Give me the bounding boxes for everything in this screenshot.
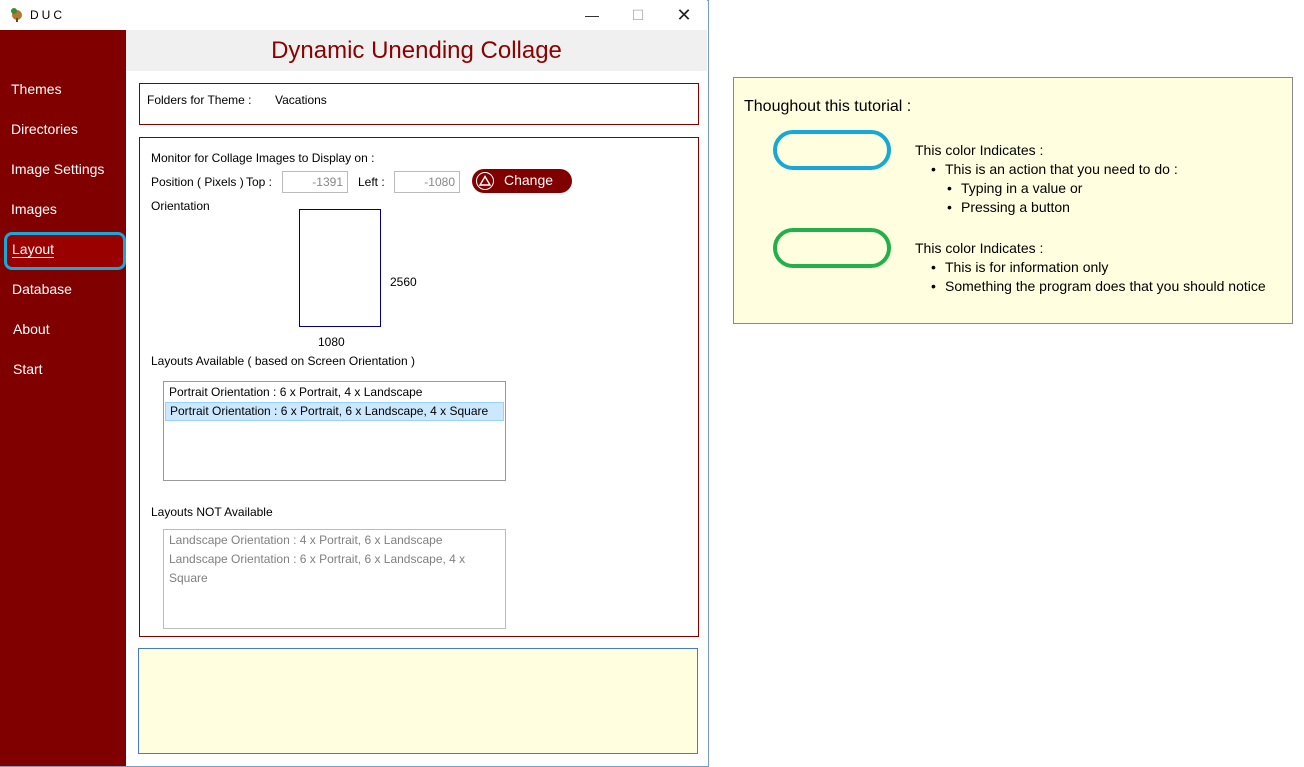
- layouts-not-available-label: Layouts NOT Available: [151, 505, 273, 519]
- orientation-label: Orientation: [151, 199, 210, 213]
- sidebar: [0, 30, 126, 766]
- screen-height-value: 2560: [390, 275, 417, 289]
- layouts-not-available-list: Landscape Orientation : 4 x Portrait, 6 …: [163, 529, 506, 629]
- app-logo-icon: [8, 6, 24, 22]
- sidebar-item-images[interactable]: Images: [11, 201, 57, 217]
- sidebar-item-start[interactable]: Start: [13, 361, 43, 377]
- action-sub-typing: Typing in a value or: [947, 180, 1082, 196]
- top-position-input[interactable]: -1391: [282, 171, 348, 193]
- legend-title: Thoughout this tutorial :: [744, 98, 912, 115]
- left-label: Left :: [358, 175, 385, 189]
- top-label: Top :: [246, 175, 273, 189]
- list-item-selected[interactable]: Portrait Orientation : 6 x Portrait, 6 x…: [165, 402, 504, 421]
- list-item: Landscape Orientation : 4 x Portrait, 6 …: [169, 533, 443, 547]
- list-item[interactable]: Portrait Orientation : 6 x Portrait, 4 x…: [165, 383, 504, 402]
- page-title: Dynamic Unending Collage: [271, 37, 562, 64]
- change-button-label: Change: [504, 172, 554, 188]
- layouts-available-list[interactable]: Portrait Orientation : 6 x Portrait, 4 x…: [163, 381, 506, 481]
- sidebar-item-database[interactable]: Database: [12, 281, 72, 297]
- sidebar-item-layout-label: Layout: [12, 241, 55, 258]
- info-heading: This color Indicates :: [915, 240, 1044, 256]
- action-color-swatch: [773, 130, 891, 170]
- monitor-heading: Monitor for Collage Images to Display on…: [151, 151, 375, 165]
- sidebar-item-about[interactable]: About: [13, 321, 50, 337]
- action-sub-pressing: Pressing a button: [947, 199, 1070, 215]
- list-item: Landscape Orientation : 6 x Portrait, 6 …: [169, 552, 466, 585]
- triangle-up-icon: [476, 172, 494, 190]
- change-button[interactable]: Change: [472, 169, 572, 193]
- layouts-available-label: Layouts Available ( based on Screen Orie…: [151, 354, 415, 368]
- theme-value: Vacations: [275, 93, 327, 107]
- action-heading: This color Indicates :: [915, 142, 1044, 158]
- action-line: This is an action that you need to do :: [931, 161, 1178, 177]
- orientation-preview: [299, 209, 381, 327]
- info-line-1: This is for information only: [931, 259, 1108, 275]
- close-button[interactable]: ✕: [661, 0, 707, 30]
- screen-width-value: 1080: [318, 335, 345, 349]
- maximize-button[interactable]: ☐: [615, 0, 661, 30]
- info-panel: [138, 648, 698, 754]
- theme-label: Folders for Theme :: [147, 93, 252, 107]
- position-label: Position ( Pixels ): [151, 175, 244, 189]
- info-line-2: Something the program does that you shou…: [931, 278, 1266, 294]
- info-color-swatch: [773, 228, 891, 268]
- left-position-input[interactable]: -1080: [394, 171, 460, 193]
- sidebar-item-themes[interactable]: Themes: [11, 81, 62, 97]
- sidebar-item-image-settings[interactable]: Image Settings: [11, 161, 104, 177]
- app-title: DUC: [30, 8, 65, 22]
- sidebar-item-directories[interactable]: Directories: [11, 121, 78, 137]
- minimize-button[interactable]: —: [569, 0, 615, 30]
